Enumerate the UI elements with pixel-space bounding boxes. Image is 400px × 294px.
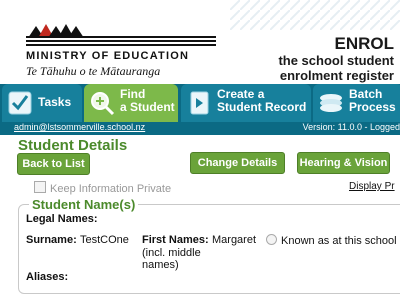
keep-private-checkbox-row: Keep Information Private (34, 181, 171, 195)
back-to-list-button[interactable]: Back to List (17, 153, 90, 175)
first-names-label: First Names: (142, 234, 209, 246)
aliases-label: Aliases: (26, 271, 69, 283)
app-header: MINISTRY OF EDUCATION Te Tāhuhu o te Māt… (0, 0, 400, 84)
app-subtitle-line1: the school student (278, 53, 394, 68)
keep-private-label: Keep Information Private (50, 183, 172, 195)
tab-find-label: Find a Student (120, 88, 175, 114)
tab-create-student-record[interactable]: Create a Student Record (181, 84, 311, 122)
tab-batch-label-line1: Batch (349, 87, 383, 101)
surname-value: TestCOne (80, 234, 129, 246)
tab-find-label-line1: Find (120, 87, 146, 101)
checklist-icon (8, 91, 32, 115)
tab-tasks[interactable]: Tasks (2, 84, 82, 122)
known-as-radio[interactable] (266, 234, 277, 245)
user-email-link[interactable]: admin@lstsommerville.school.nz (14, 122, 145, 132)
known-as-radio-row: Known as at this school (266, 234, 397, 247)
keep-private-checkbox[interactable] (34, 181, 46, 193)
section-title: Student Name(s) (29, 197, 139, 212)
change-details-button[interactable]: Change Details (190, 152, 285, 174)
first-names-note-line2: names) (142, 259, 179, 271)
tab-find-a-student[interactable]: Find a Student (84, 84, 178, 122)
tab-find-label-line2: a Student (120, 100, 175, 114)
org-maori-name: Te Tāhuhu o te Mātauranga (26, 64, 161, 78)
first-names-note-line1: (incl. middle (142, 247, 201, 259)
tab-batch-process[interactable]: Batch Process (313, 84, 400, 122)
first-names-note: (incl. middle names) (142, 247, 201, 271)
surname-label: Surname: (26, 234, 77, 246)
legal-names-label: Legal Names: (26, 213, 98, 225)
first-names-value: Margaret (212, 234, 257, 246)
hearing-vision-button[interactable]: Hearing & Vision (297, 152, 390, 174)
magnifier-icon (91, 92, 115, 116)
tab-batch-label: Batch Process (349, 88, 396, 114)
tab-create-label-line1: Create a (217, 87, 265, 101)
document-icon (190, 91, 209, 115)
app-title: ENROL (334, 34, 395, 53)
page-title: Student Details (18, 137, 128, 154)
tab-create-label: Create a Student Record (217, 88, 306, 114)
org-name: MINISTRY OF EDUCATION (26, 50, 190, 62)
app-subtitle-line2: enrolment register (279, 68, 394, 83)
tab-batch-label-line2: Process (349, 100, 396, 114)
tab-tasks-label: Tasks (38, 95, 72, 109)
known-as-label: Known as at this school (281, 235, 397, 247)
status-bar: admin@lstsommerville.school.nz Version: … (0, 122, 400, 135)
display-link[interactable]: Display Pr (349, 181, 395, 192)
stack-icon (320, 94, 342, 112)
tab-create-label-line2: Student Record (217, 100, 307, 114)
version-text: Version: 11.0.0 - Logged (302, 122, 400, 132)
main-tab-bar: Tasks Find a Student Create a Student Re… (0, 84, 400, 122)
